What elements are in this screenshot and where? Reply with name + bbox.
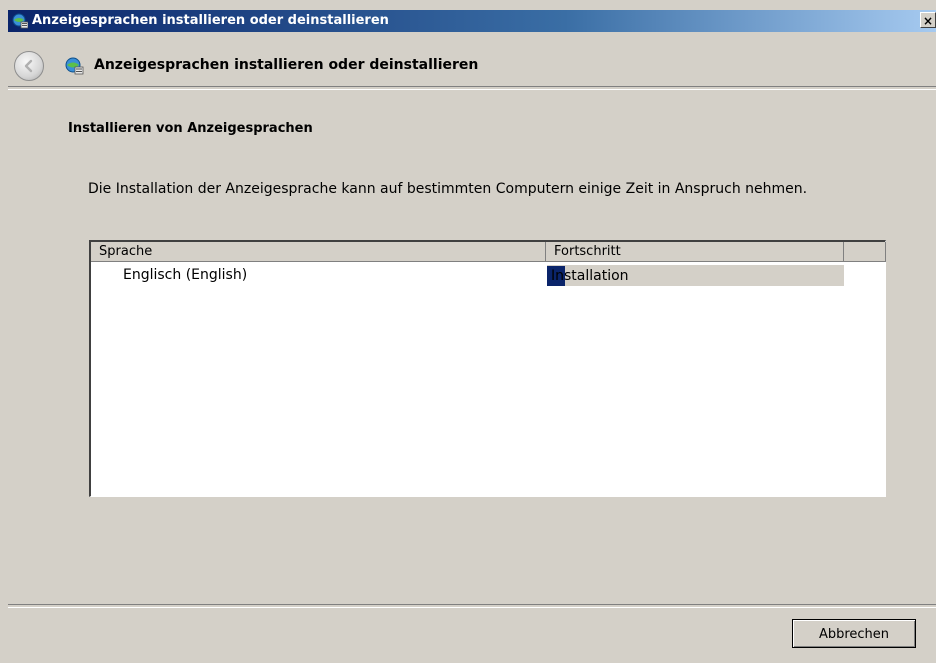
progress-bar: Installation	[547, 265, 844, 286]
globe-language-icon	[12, 13, 29, 29]
back-button[interactable]	[14, 51, 44, 81]
footer-divider	[8, 604, 936, 608]
cancel-button[interactable]: Abbrechen	[792, 619, 916, 648]
progress-status: Installation	[551, 268, 629, 284]
language-name: Englisch (English)	[123, 267, 248, 283]
main-content: Installieren von Anzeigesprachen Die Ins…	[8, 90, 936, 604]
title-bar: Anzeigesprachen installieren oder deinst…	[8, 10, 936, 32]
page-title: Anzeigesprachen installieren oder deinst…	[94, 57, 479, 73]
window-title: Anzeigesprachen installieren oder deinst…	[32, 13, 389, 28]
section-heading: Installieren von Anzeigesprachen	[68, 121, 313, 136]
close-button[interactable]: ×	[920, 12, 936, 28]
column-header-filler	[844, 242, 886, 262]
column-header-language[interactable]: Sprache	[91, 242, 546, 262]
close-icon: ×	[922, 14, 934, 28]
back-arrow-icon	[24, 59, 33, 73]
description-text: Die Installation der Anzeigesprache kann…	[88, 181, 808, 197]
column-header-progress[interactable]: Fortschritt	[546, 242, 844, 262]
globe-language-icon	[64, 56, 84, 76]
list-header: Sprache Fortschritt	[91, 242, 886, 262]
language-list[interactable]: Sprache Fortschritt Englisch (English) I…	[89, 240, 886, 497]
navigation-bar: Anzeigesprachen installieren oder deinst…	[8, 32, 936, 90]
list-item[interactable]: Englisch (English) Installation	[91, 264, 885, 286]
